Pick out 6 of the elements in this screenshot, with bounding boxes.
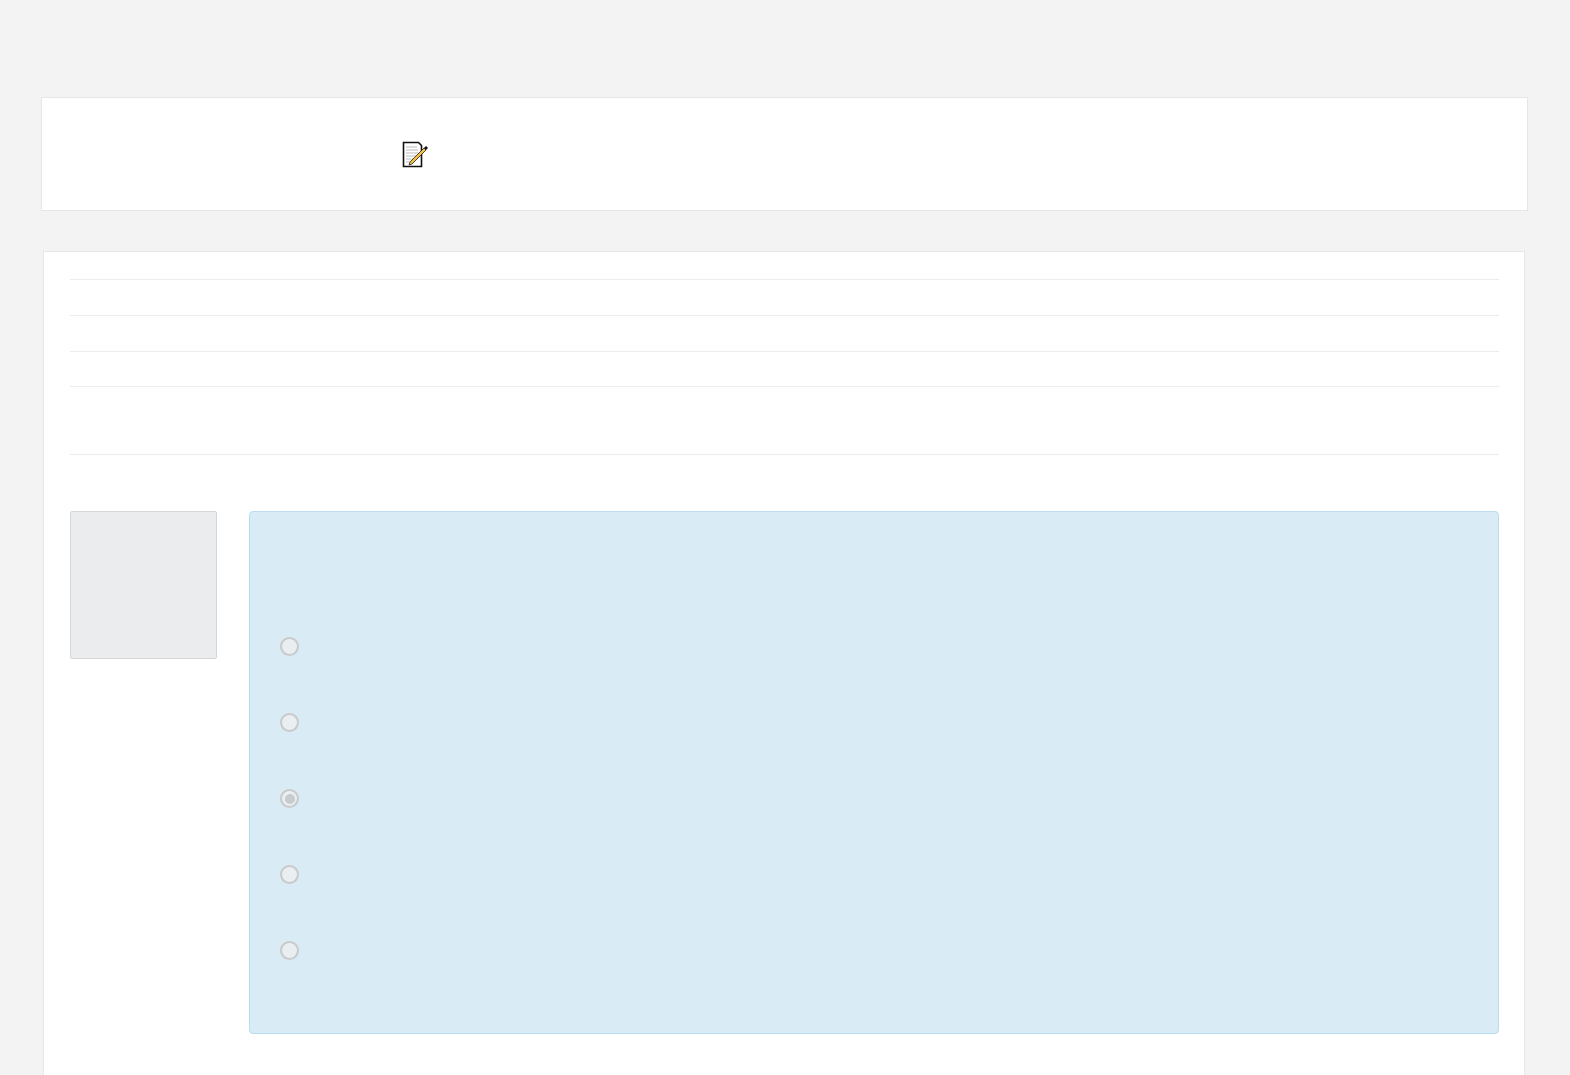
radio-button[interactable] <box>280 865 299 884</box>
radio-button[interactable] <box>280 713 299 732</box>
radio-button[interactable] <box>280 941 299 960</box>
radio-button[interactable] <box>280 637 299 656</box>
radio-button[interactable] <box>280 789 299 808</box>
notepad-pencil-icon <box>402 140 429 168</box>
